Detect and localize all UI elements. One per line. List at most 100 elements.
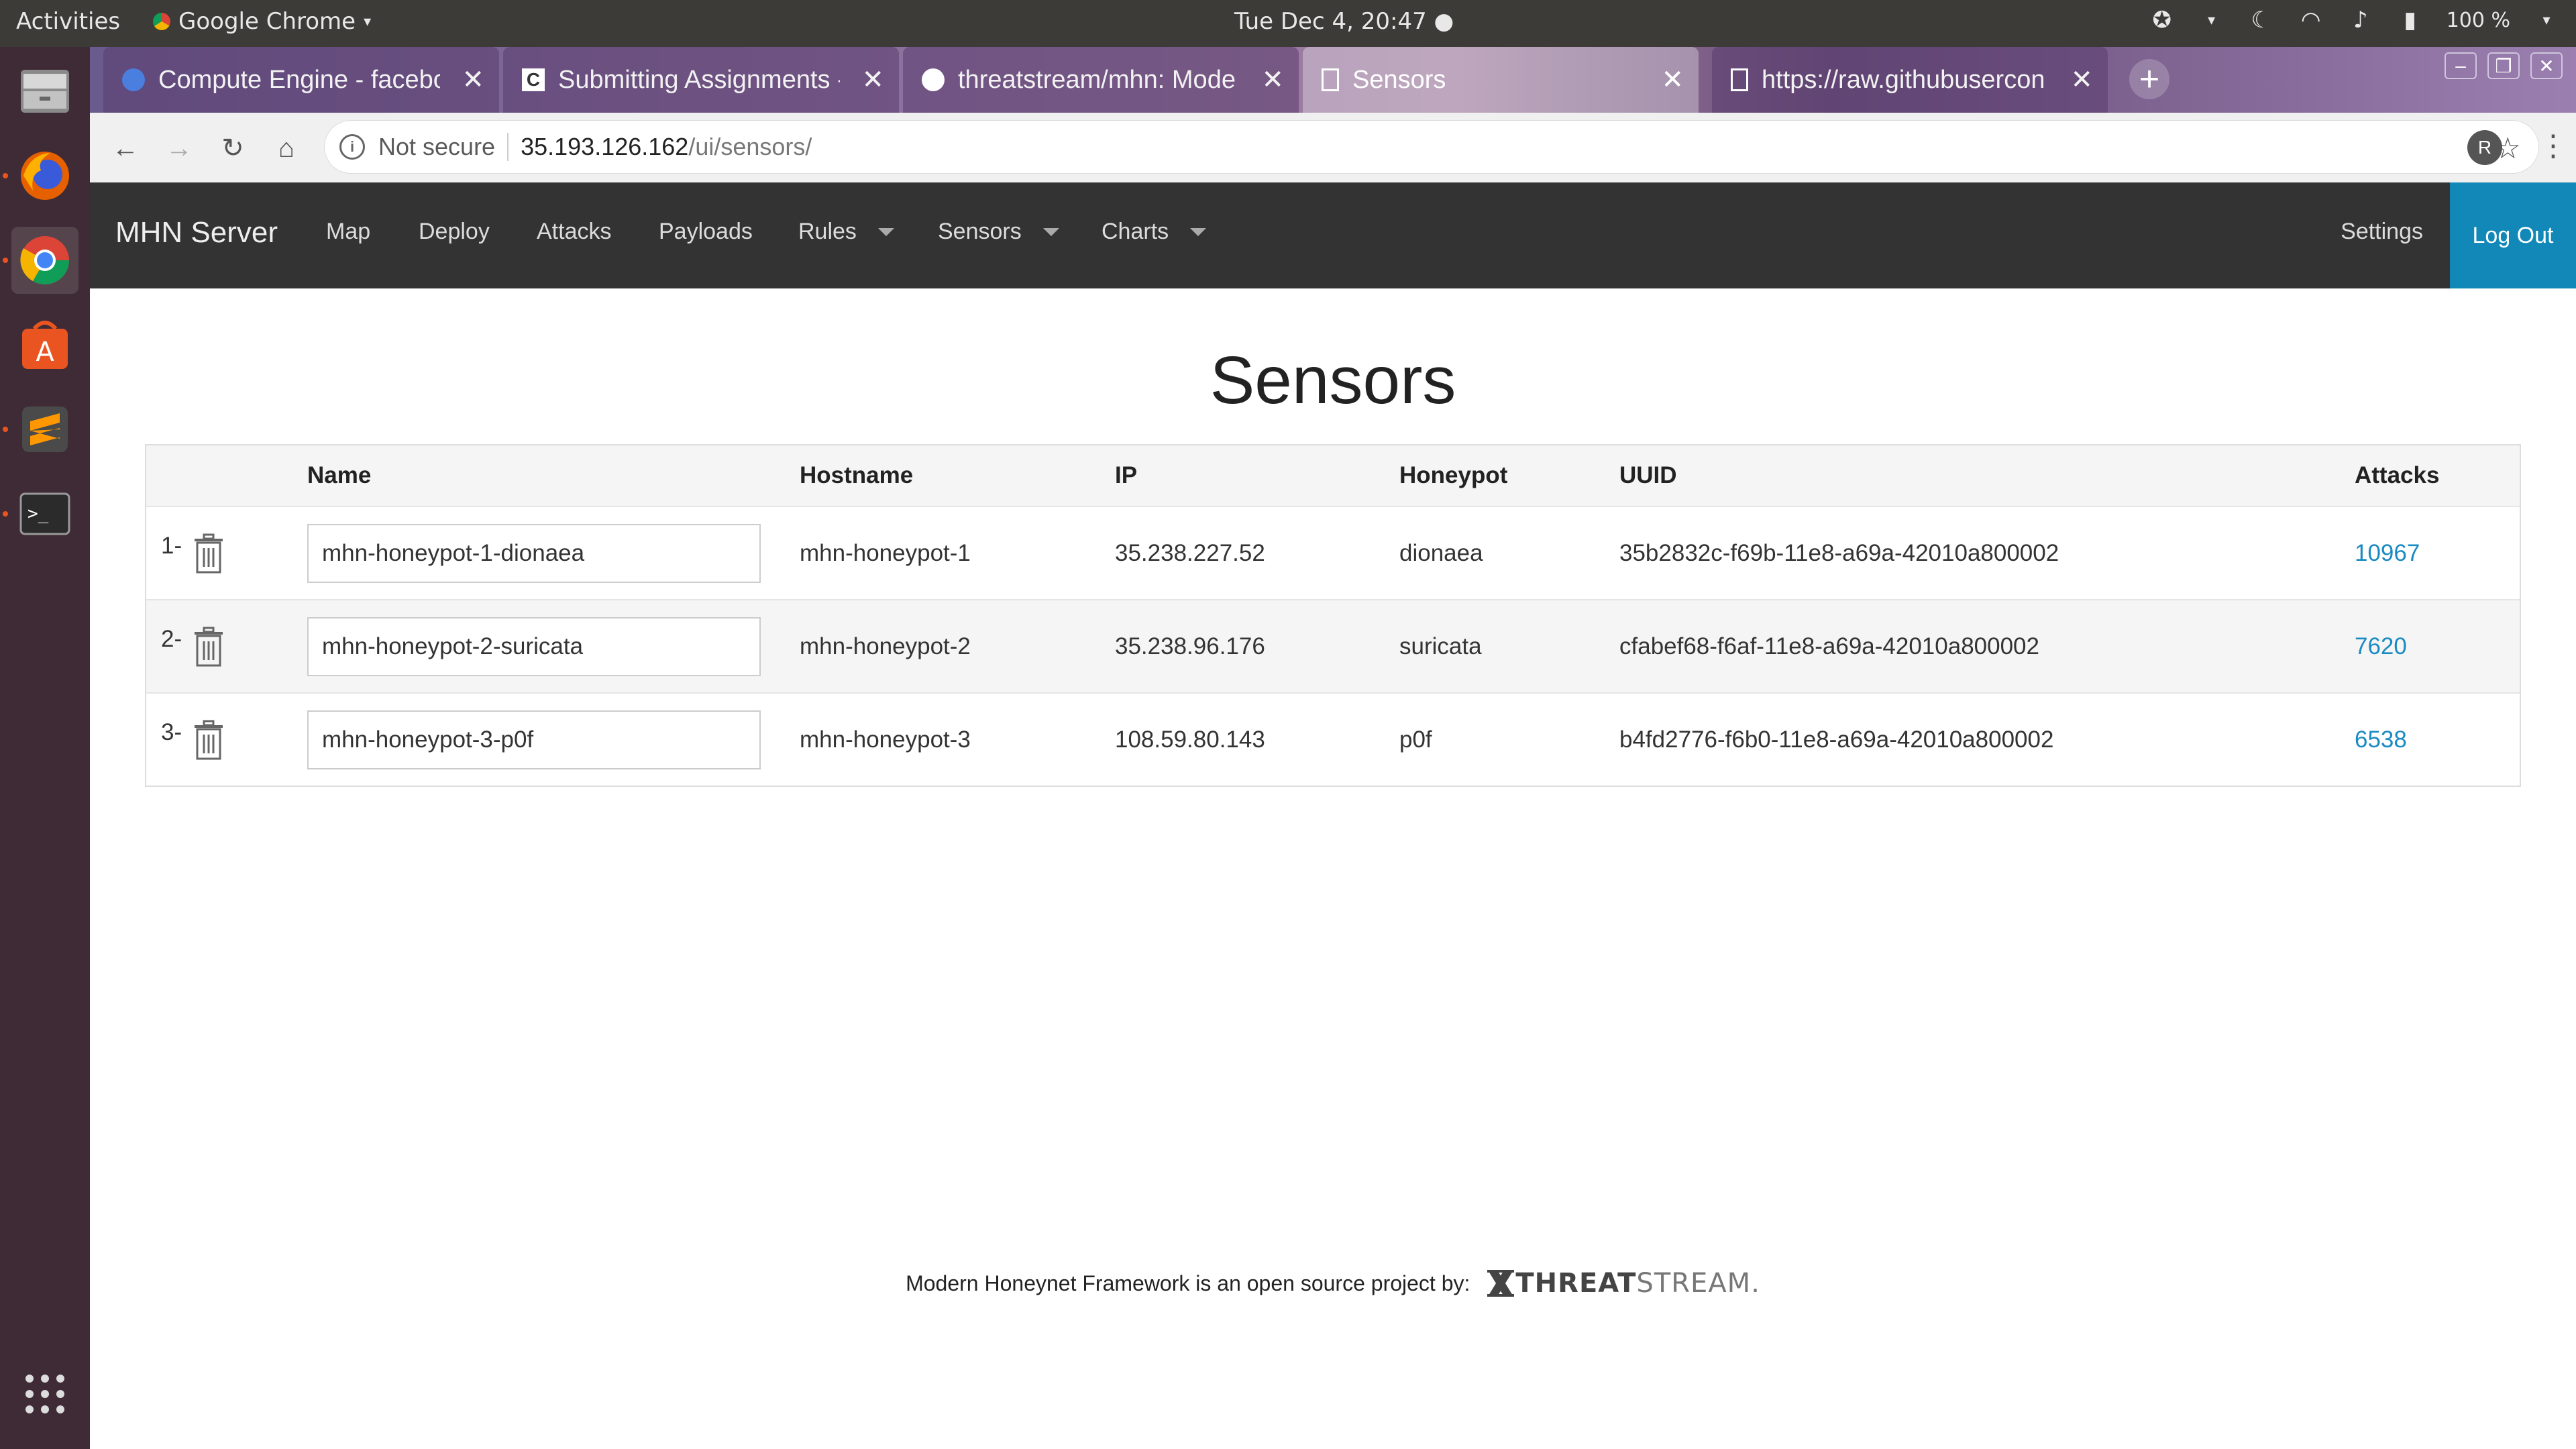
- brand-link[interactable]: MHN Server: [115, 216, 278, 250]
- tab-title: https://raw.githubusercon: [1762, 65, 2043, 94]
- tab-title: Compute Engine - facebo: [158, 65, 440, 94]
- header-ip: IP: [1115, 462, 1138, 488]
- chrome-menu-icon[interactable]: ⋮: [2538, 129, 2568, 163]
- battery-label: 100 %: [2446, 8, 2510, 32]
- caret-down-icon: [1042, 227, 1059, 236]
- software-center-icon[interactable]: A: [11, 311, 78, 378]
- back-arrow-icon[interactable]: ←: [107, 130, 144, 166]
- tab-submitting-assignments[interactable]: C Submitting Assignments - ✕: [503, 47, 899, 113]
- dock: A >_: [0, 47, 90, 1449]
- address-bar[interactable]: i Not secure 35.193.126.162/ui/sensors/ …: [325, 121, 2538, 173]
- clock-label: Tue Dec 4, 20:47: [1234, 8, 1427, 35]
- clock[interactable]: Tue Dec 4, 20:47 ●: [1234, 8, 1454, 35]
- sensor-hostname: mhn-honeypot-3: [800, 726, 971, 753]
- nav-rules[interactable]: Rules: [798, 219, 894, 245]
- nav-rules-label: Rules: [798, 219, 857, 244]
- restore-button[interactable]: ❐: [2487, 52, 2520, 79]
- tab-github[interactable]: threatstream/mhn: Mode ✕: [903, 47, 1299, 113]
- reload-icon[interactable]: ↻: [215, 130, 251, 166]
- close-window-button[interactable]: ✕: [2530, 52, 2563, 79]
- nav-payloads[interactable]: Payloads: [659, 219, 753, 245]
- url-host: 35.193.126.162: [521, 133, 689, 160]
- sensor-honeypot: p0f: [1399, 726, 1432, 753]
- security-status[interactable]: Not secure: [378, 133, 495, 161]
- nav-map[interactable]: Map: [326, 219, 370, 245]
- nav-sensors-label: Sensors: [938, 219, 1022, 244]
- home-icon[interactable]: ⌂: [268, 130, 305, 166]
- sublime-text-icon[interactable]: [3, 396, 78, 463]
- minimize-button[interactable]: –: [2445, 52, 2477, 79]
- github-favicon-icon: [922, 68, 945, 91]
- sensor-name-input[interactable]: [307, 523, 761, 583]
- svg-text:A: A: [36, 337, 54, 368]
- svg-text:>_: >_: [28, 504, 49, 524]
- info-icon[interactable]: i: [339, 134, 365, 160]
- url-path: /ui/sensors/: [688, 133, 812, 160]
- new-tab-button[interactable]: +: [2129, 59, 2169, 99]
- close-tab-icon[interactable]: ✕: [462, 64, 484, 95]
- chevron-down-icon: ▾: [364, 13, 372, 30]
- nav-attacks[interactable]: Attacks: [537, 219, 611, 245]
- caret-down-icon: [1190, 227, 1207, 236]
- table-header-row: Name Hostname IP Honeypot UUID Attacks: [146, 445, 2520, 506]
- trash-icon[interactable]: [191, 600, 227, 692]
- browser-window: Compute Engine - facebo ✕ C Submitting A…: [90, 47, 2576, 1449]
- logo-thin-text: STREAM.: [1636, 1268, 1760, 1299]
- caret-down-icon: [877, 227, 894, 236]
- tab-strip: Compute Engine - facebo ✕ C Submitting A…: [90, 47, 2576, 113]
- attacks-count-link[interactable]: 10967: [2355, 507, 2420, 599]
- page-title: Sensors: [1210, 343, 1456, 418]
- tab-title: Sensors: [1352, 65, 1446, 94]
- nav-sensors[interactable]: Sensors: [938, 219, 1059, 245]
- page-footer: Modern Honeynet Framework is an open sou…: [90, 1268, 2576, 1299]
- close-tab-icon[interactable]: ✕: [2070, 64, 2093, 95]
- nav-charts[interactable]: Charts: [1102, 219, 1207, 245]
- tab-raw-github[interactable]: https://raw.githubusercon ✕: [1712, 47, 2108, 113]
- sensor-name-input[interactable]: [307, 616, 761, 676]
- forward-arrow-icon[interactable]: →: [161, 130, 197, 166]
- activities-button[interactable]: Activities: [16, 8, 120, 35]
- nav-charts-label: Charts: [1102, 219, 1169, 244]
- firefox-app-icon[interactable]: [3, 142, 78, 209]
- attacks-count-link[interactable]: 6538: [2355, 694, 2407, 786]
- threatstream-x-icon: [1487, 1270, 1515, 1297]
- wifi-icon: ◠: [2300, 7, 2321, 34]
- tab-title: Submitting Assignments -: [558, 65, 840, 94]
- logout-button[interactable]: Log Out: [2450, 182, 2576, 288]
- compute-engine-favicon-icon: [122, 68, 145, 91]
- chrome-app-icon[interactable]: [3, 227, 78, 294]
- accessibility-icon[interactable]: ✪: [2149, 7, 2176, 34]
- threatstream-logo[interactable]: THREAT STREAM.: [1486, 1268, 1760, 1299]
- battery-icon: ▮: [2404, 7, 2417, 34]
- sensor-uuid: cfabef68-f6af-11e8-a69a-42010a800002: [1619, 633, 2039, 659]
- close-tab-icon[interactable]: ✕: [1661, 64, 1684, 95]
- night-light-icon: ☾: [2251, 7, 2271, 34]
- row-number: 3-: [161, 719, 182, 745]
- app-menu[interactable]: Google Chrome ▾: [153, 8, 371, 35]
- table-row: 3- mhn-honeypot-3 108.59.80.143 p0f b4fd…: [146, 692, 2520, 786]
- sensor-ip: 108.59.80.143: [1115, 726, 1265, 753]
- close-tab-icon[interactable]: ✕: [1261, 64, 1284, 95]
- chrome-small-icon: [153, 13, 170, 30]
- close-tab-icon[interactable]: ✕: [861, 64, 884, 95]
- attacks-count-link[interactable]: 7620: [2355, 600, 2407, 692]
- nav-settings[interactable]: Settings: [2341, 219, 2423, 245]
- row-number: 1-: [161, 533, 182, 559]
- trash-icon[interactable]: [191, 694, 227, 786]
- trash-icon[interactable]: [191, 507, 227, 599]
- profile-avatar[interactable]: R: [2467, 130, 2502, 165]
- nav-deploy[interactable]: Deploy: [419, 219, 490, 245]
- mhn-navbar: MHN Server Map Deploy Attacks Payloads R…: [90, 182, 2576, 288]
- sensor-ip: 35.238.96.176: [1115, 633, 1265, 659]
- terminal-app-icon[interactable]: >_: [3, 480, 78, 547]
- show-applications-icon[interactable]: [11, 1360, 78, 1428]
- sensor-name-input[interactable]: [307, 710, 761, 769]
- sensor-hostname: mhn-honeypot-2: [800, 633, 971, 659]
- tab-sensors[interactable]: Sensors ✕: [1303, 47, 1699, 113]
- tab-compute-engine[interactable]: Compute Engine - facebo ✕: [103, 47, 499, 113]
- browser-toolbar: ← → ↻ ⌂ i Not secure 35.193.126.162/ui/s…: [90, 113, 2576, 182]
- app-menu-label: Google Chrome: [178, 8, 356, 35]
- sensor-honeypot: dionaea: [1399, 539, 1483, 566]
- system-tray[interactable]: ✪ ▾ ☾ ◠ ♪ ▮ 100 % ▾: [2149, 7, 2560, 34]
- files-app-icon[interactable]: [11, 58, 78, 125]
